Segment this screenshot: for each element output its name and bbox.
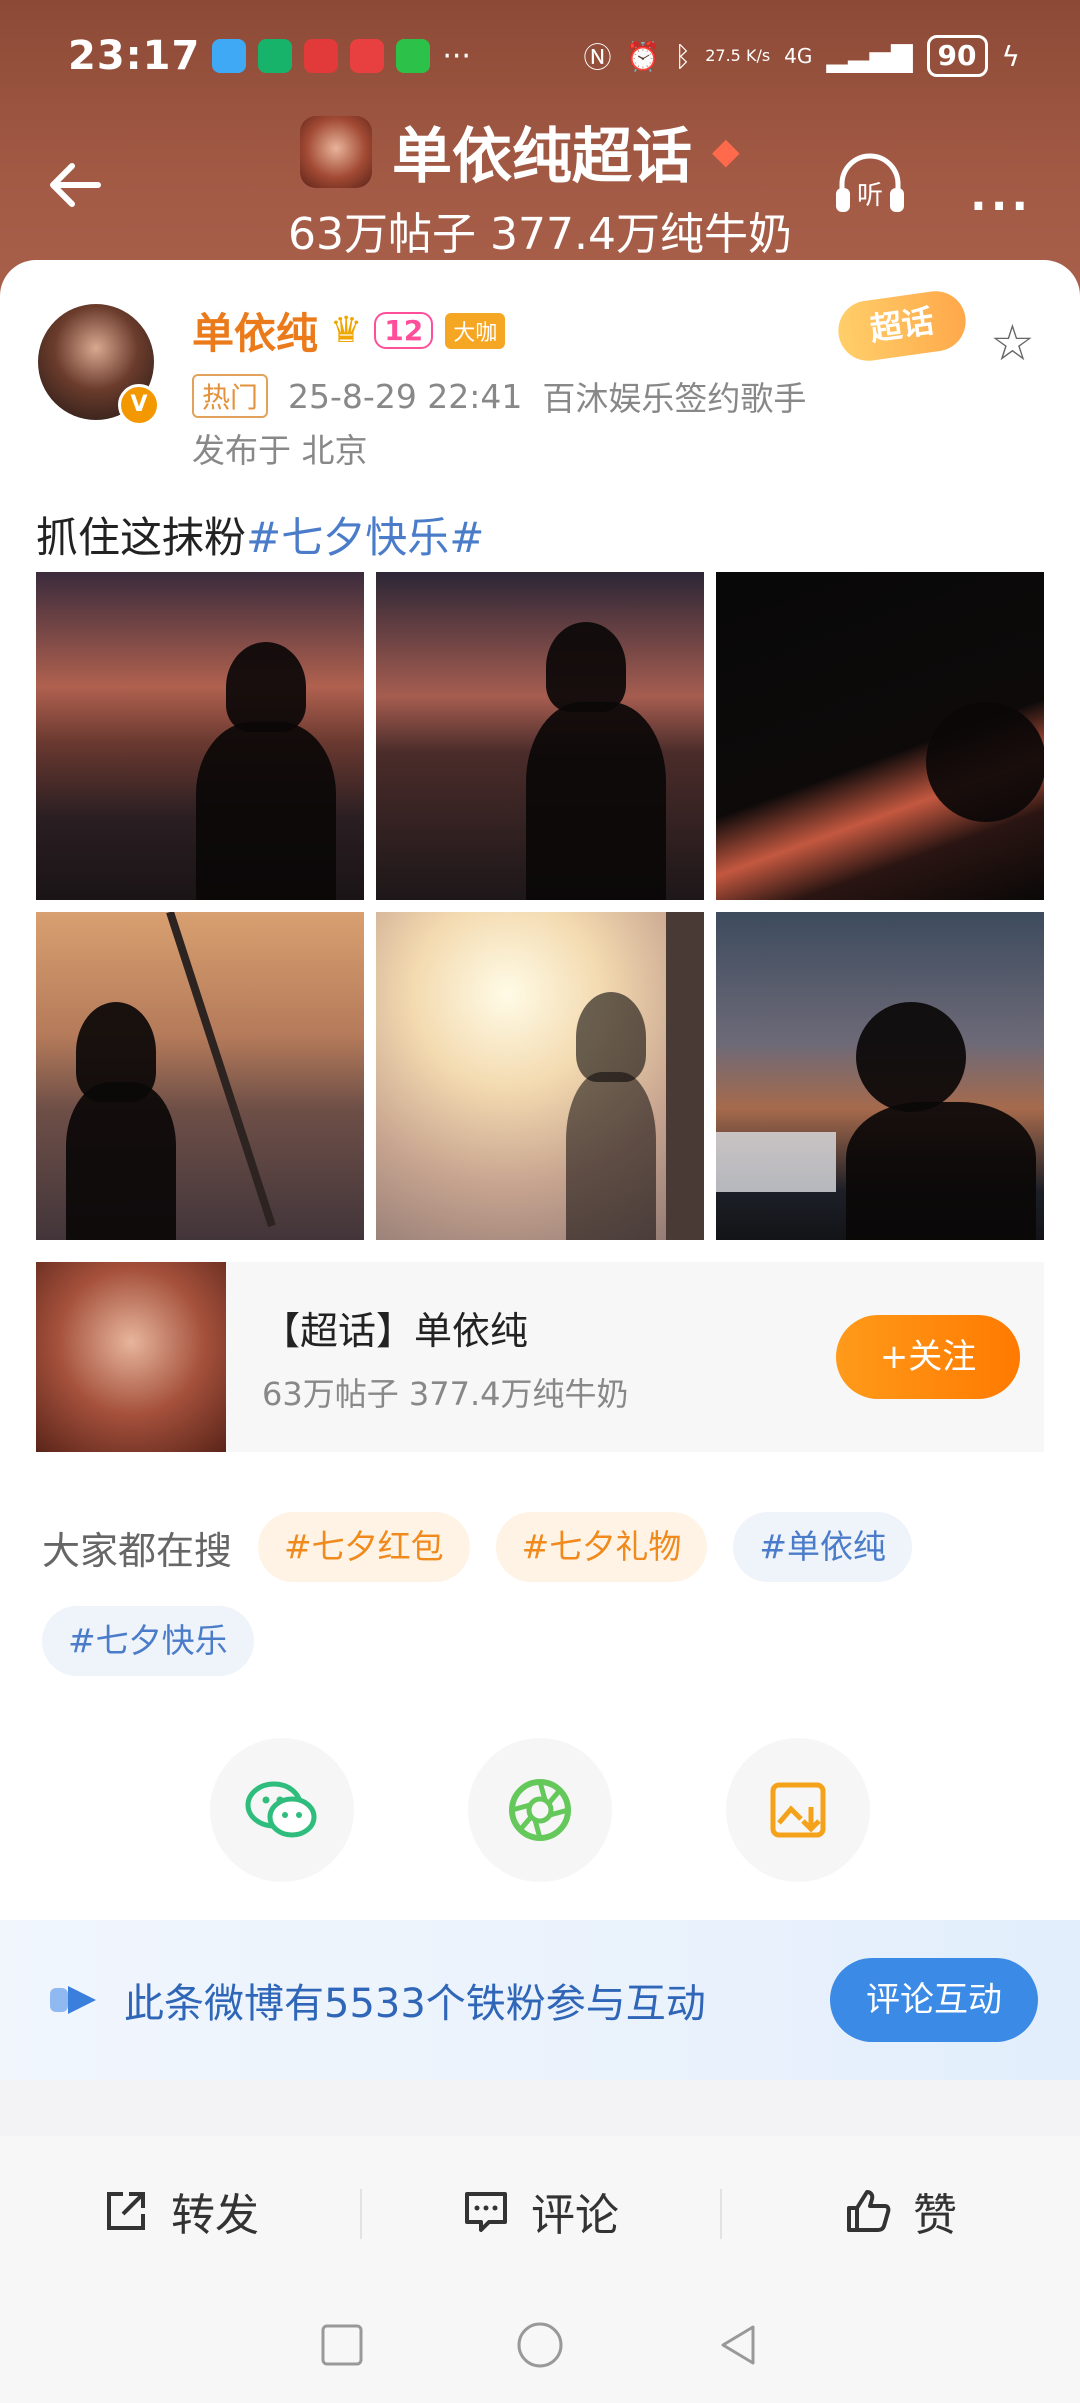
status-bar: 23:17 ··· Ⓝ ⏰ ᛒ 27.5 K/s 4G ▂▃▅▇ 90 ϟ — [68, 28, 1020, 84]
app-icon — [212, 39, 247, 73]
topic-card-title: 【超话】单依纯 — [262, 1308, 529, 1353]
comment-label: 评论 — [531, 2190, 619, 2241]
save-image-button[interactable] — [726, 1738, 870, 1882]
fans-play-icon — [50, 1986, 96, 2014]
moments-aperture-icon — [509, 1779, 571, 1841]
repost-icon — [107, 2192, 145, 2230]
bluetooth-icon: ᛒ — [674, 39, 692, 73]
search-chip[interactable]: #七夕快乐 — [42, 1606, 254, 1676]
trending-searches: 大家都在搜 #七夕红包 #七夕礼物 #单依纯 — [42, 1512, 912, 1582]
app-icon — [350, 39, 385, 73]
share-row — [210, 1738, 870, 1882]
photo-thumbnail[interactable] — [376, 572, 704, 900]
topic-card-image — [36, 1262, 226, 1452]
iron-fans-bar: 此条微博有5533个铁粉参与互动 评论互动 — [0, 1920, 1080, 2080]
topic-stats: 63万帖子 377.4万纯牛奶 — [288, 209, 792, 260]
page-title: 单依纯超话 — [392, 122, 692, 192]
wechat-share-button[interactable] — [210, 1738, 354, 1882]
crown-icon: ♛ — [330, 310, 363, 351]
topic-title-row: 单依纯超话 ◆ — [300, 108, 740, 195]
save-image-icon — [770, 1782, 826, 1838]
hot-badge: 热门 — [192, 374, 269, 418]
trending-label: 大家都在搜 — [42, 1528, 233, 1573]
iron-fans-text: 此条微博有5533个铁粉参与互动 — [124, 1981, 706, 2027]
post-text-plain: 抓住这抹粉 — [36, 513, 247, 562]
moments-share-button[interactable] — [468, 1738, 612, 1882]
charging-icon: ϟ — [1001, 39, 1020, 73]
status-time: 23:17 — [68, 33, 201, 79]
repost-button[interactable]: 转发 — [0, 2179, 360, 2243]
like-button[interactable]: 赞 — [720, 2179, 1080, 2243]
topic-link-card[interactable]: 【超话】单依纯 63万帖子 377.4万纯牛奶 +关注 — [36, 1262, 1044, 1452]
post-action-bar: 转发 评论 赞 — [0, 2136, 1080, 2286]
daka-badge: 大咖 — [445, 312, 506, 349]
more-notifications-icon: ··· — [442, 38, 471, 74]
follow-button[interactable]: +关注 — [836, 1315, 1020, 1399]
post-text: 抓住这抹粉#七夕快乐# — [36, 504, 484, 565]
nfc-icon: Ⓝ — [583, 41, 612, 74]
listen-label: 听 — [857, 181, 883, 211]
verified-v-icon: V — [118, 384, 160, 426]
wechat-icon — [245, 1781, 317, 1838]
post-hashtag-link[interactable]: #七夕快乐# — [246, 513, 484, 562]
post-meta: 热门 25-8-29 22:41 百沐娱乐签约歌手 — [192, 372, 806, 420]
fan-level-badge: 12 — [374, 312, 434, 349]
photo-thumbnail[interactable] — [36, 912, 364, 1240]
comment-button[interactable]: 评论 — [360, 2179, 720, 2243]
search-chip[interactable]: #七夕红包 — [258, 1512, 470, 1582]
wechat-notify-icon — [396, 39, 431, 73]
signal-icon: ▂▃▅▇ — [826, 39, 913, 73]
author-name-row: 单依纯 ♛ 12 大咖 — [192, 300, 506, 361]
app-icon — [304, 39, 339, 73]
photo-thumbnail[interactable] — [376, 912, 704, 1240]
comment-interact-button[interactable]: 评论互动 — [830, 1958, 1038, 2042]
search-chip[interactable]: #七夕礼物 — [495, 1512, 708, 1582]
post-card: V 单依纯 ♛ 12 大咖 热门 25-8-29 22:41 百沐娱乐签约歌手 … — [0, 260, 1080, 1920]
app-icon — [258, 39, 293, 73]
gem-icon: ◆ — [712, 131, 740, 172]
network-type: 4G — [784, 44, 813, 68]
author-description: 百沐娱乐签约歌手 — [542, 379, 807, 418]
photo-thumbnail[interactable] — [716, 912, 1044, 1240]
post-timestamp: 25-8-29 22:41 — [288, 376, 523, 416]
topic-card-stats: 63万帖子 377.4万纯牛奶 — [262, 1374, 629, 1413]
system-nav-bar — [0, 2286, 1080, 2403]
thumbs-up-icon — [847, 2190, 891, 2232]
like-label: 赞 — [913, 2190, 957, 2241]
photo-thumbnail[interactable] — [716, 572, 1044, 900]
network-speed: 27.5 K/s — [705, 46, 771, 65]
favorite-star-icon[interactable]: ☆ — [990, 314, 1035, 372]
repost-label: 转发 — [171, 2190, 259, 2241]
topic-avatar — [300, 115, 372, 188]
photo-thumbnail[interactable] — [36, 572, 364, 900]
author-name[interactable]: 单依纯 — [192, 300, 318, 361]
post-location: 发布于 北京 — [192, 431, 368, 470]
battery-level: 90 — [926, 35, 988, 77]
photo-grid — [36, 572, 1044, 1240]
chaohua-badge: 超话 — [834, 287, 970, 365]
search-chip[interactable]: #单依纯 — [733, 1512, 912, 1582]
back-triangle-icon[interactable] — [715, 2322, 761, 2368]
alarm-icon: ⏰ — [625, 39, 661, 73]
more-options-icon[interactable]: ... — [970, 170, 1032, 221]
topic-header: 23:17 ··· Ⓝ ⏰ ᛒ 27.5 K/s 4G ▂▃▅▇ 90 ϟ 单依… — [0, 0, 1080, 300]
comment-icon — [465, 2192, 507, 2232]
recents-square-icon[interactable] — [319, 2322, 365, 2368]
listen-headphone-icon[interactable]: 听 — [832, 150, 908, 220]
home-circle-icon[interactable] — [515, 2320, 565, 2370]
